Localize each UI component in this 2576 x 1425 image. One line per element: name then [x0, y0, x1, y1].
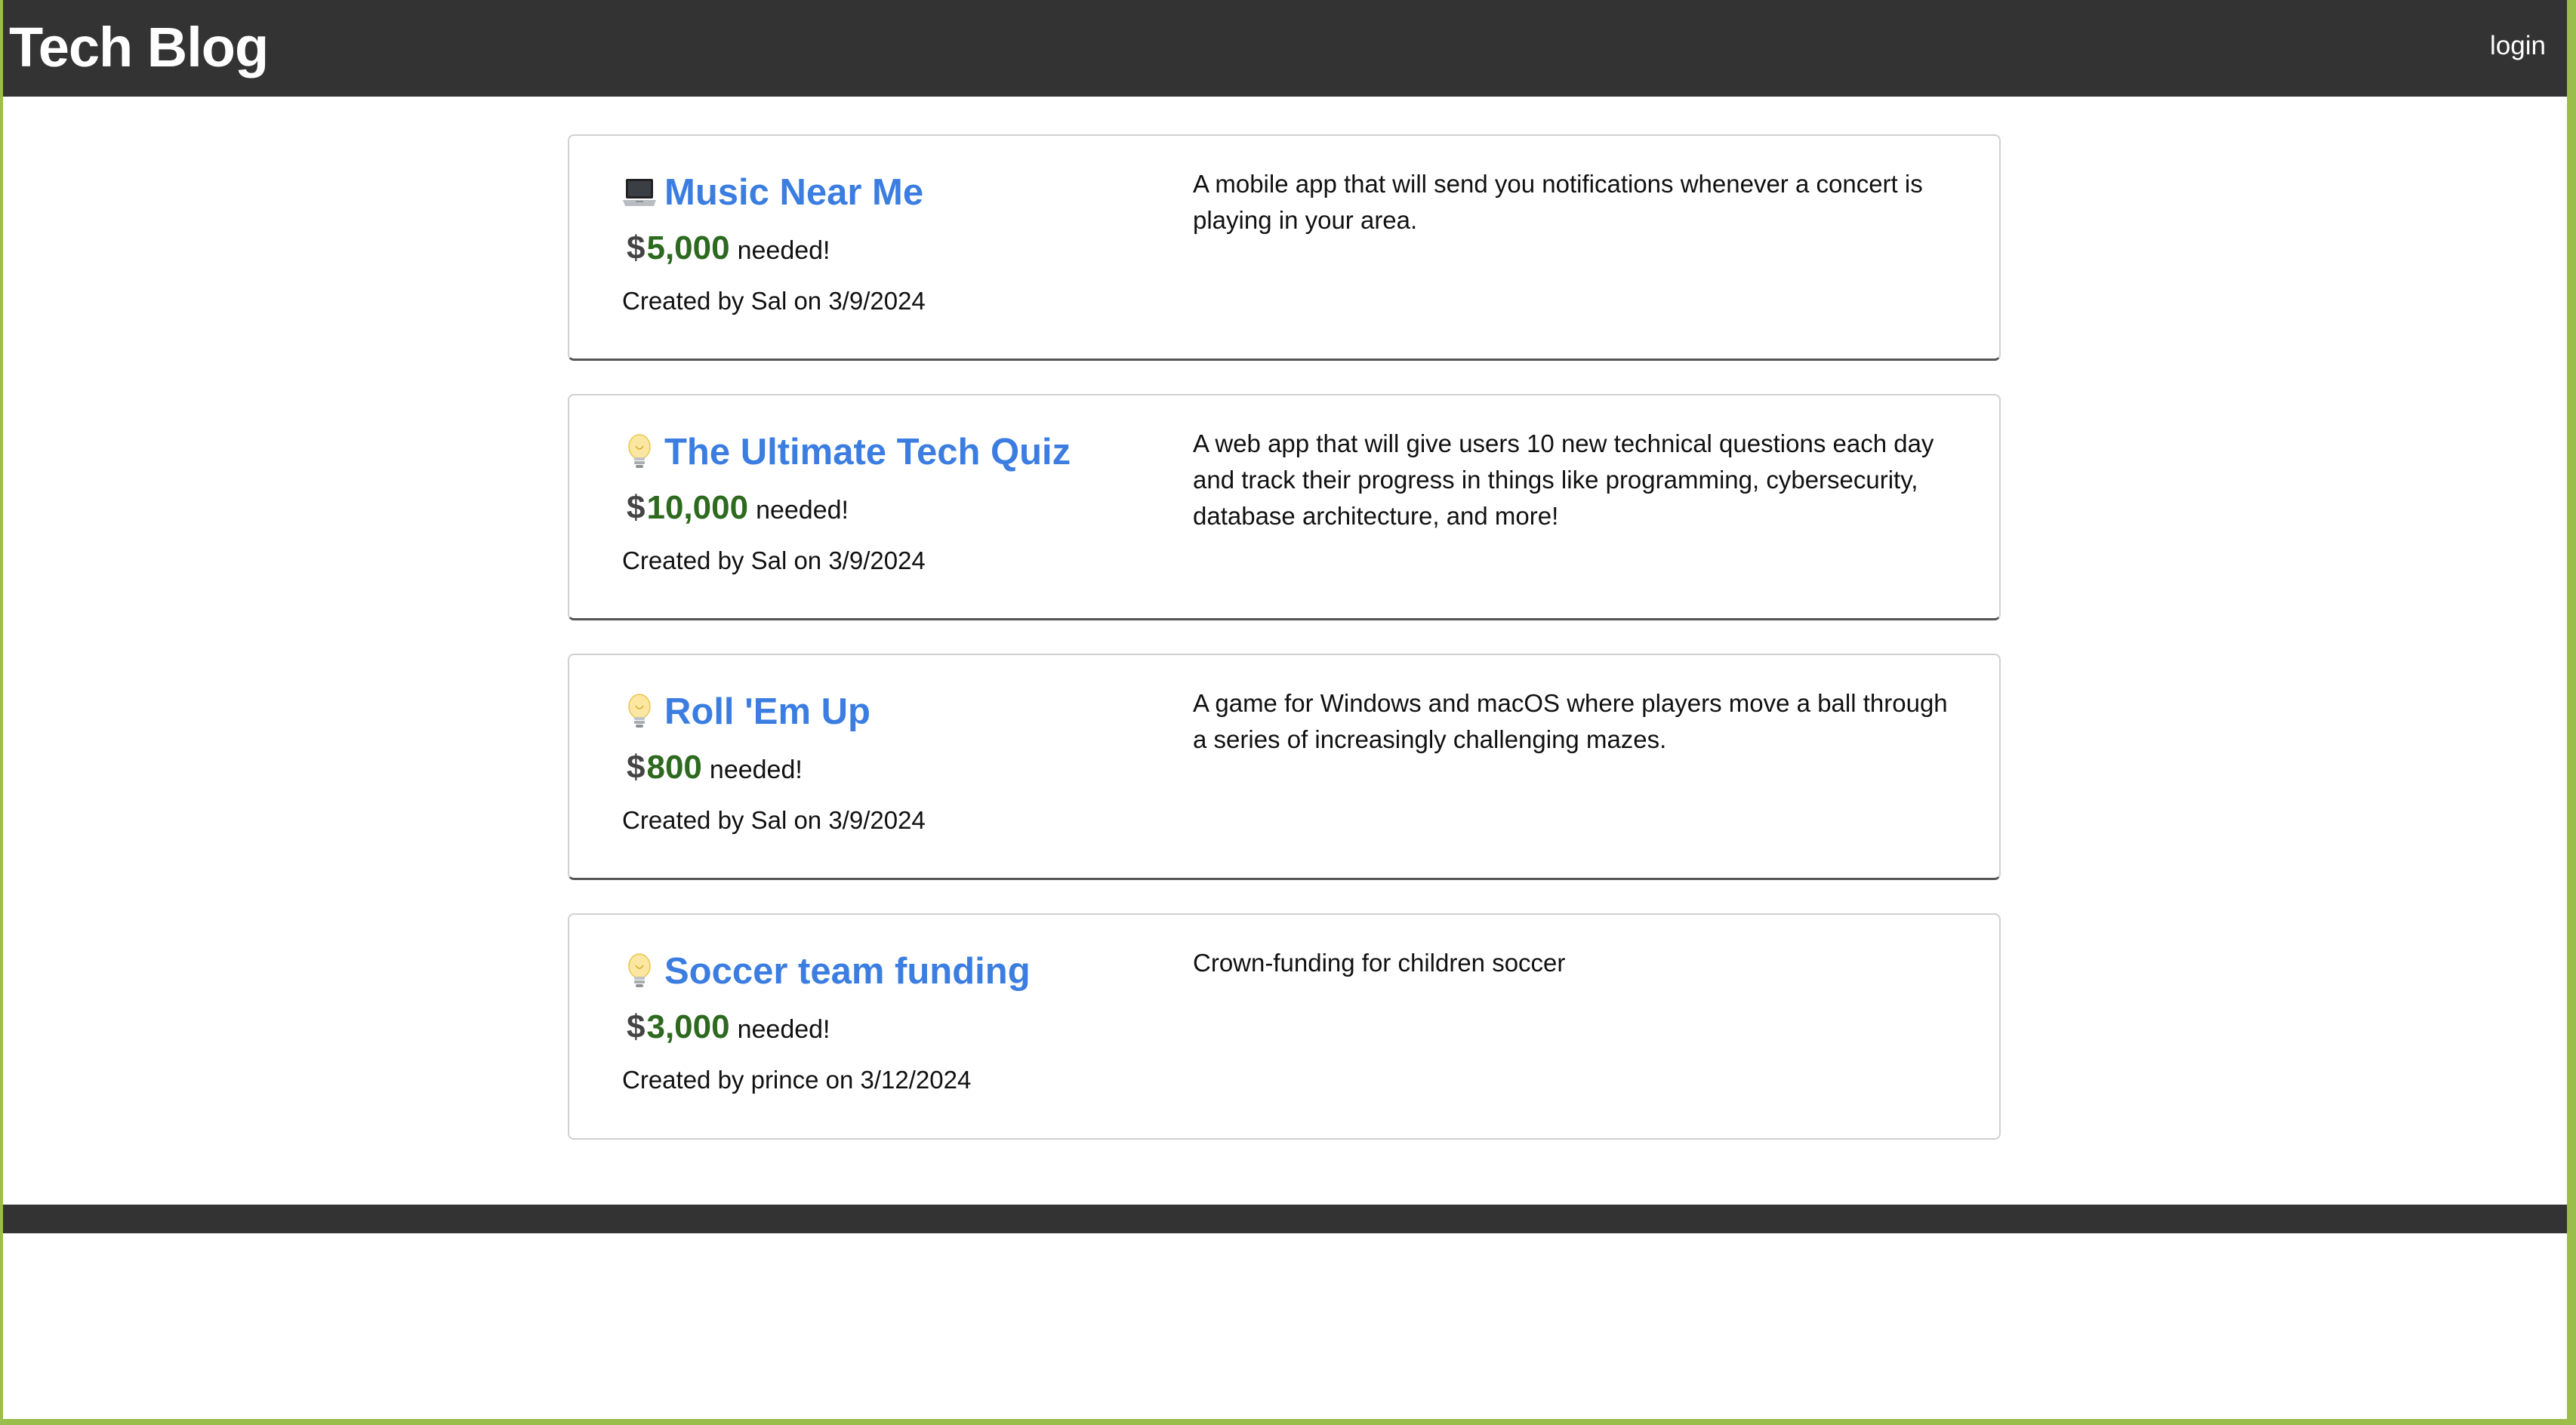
post-card: Roll 'Em Up $ 800 needed! Created by Sal… — [568, 654, 2001, 880]
site-title[interactable]: Tech Blog — [9, 15, 269, 79]
amount-value: 10,000 — [646, 489, 749, 526]
laptop-icon — [622, 173, 657, 212]
post-title-link[interactable]: Soccer team funding — [664, 950, 1031, 993]
dollar-icon: $ — [627, 229, 646, 266]
login-link[interactable]: login — [2490, 31, 2546, 61]
needed-label: needed! — [737, 236, 830, 265]
post-card: Soccer team funding $ 3,000 needed! Crea… — [568, 913, 2001, 1140]
post-description: Crown-funding for children soccer — [1193, 949, 1566, 977]
post-description: A web app that will give users 10 new te… — [1193, 429, 1934, 530]
dollar-icon: $ — [627, 749, 646, 786]
needed-label: needed! — [709, 756, 803, 784]
lightbulb-icon — [622, 432, 657, 472]
post-card: The Ultimate Tech Quiz $ 10,000 needed! … — [568, 394, 2001, 620]
dollar-icon: $ — [627, 1008, 646, 1045]
needed-label: needed! — [737, 1015, 830, 1044]
post-description: A mobile app that will send you notifica… — [1193, 170, 1923, 234]
needed-label: needed! — [756, 496, 849, 525]
amount-value: 5,000 — [646, 229, 730, 266]
post-title-link[interactable]: The Ultimate Tech Quiz — [664, 431, 1071, 473]
post-description: A game for Windows and macOS where playe… — [1193, 689, 1948, 753]
site-header: Tech Blog login — [0, 0, 2567, 97]
lightbulb-icon — [622, 952, 657, 991]
created-by-text: Created by Sal on 3/9/2024 — [622, 287, 926, 315]
amount-value: 800 — [646, 749, 702, 786]
post-title-link[interactable]: Roll 'Em Up — [664, 691, 870, 733]
created-by-text: Created by prince on 3/12/2024 — [622, 1066, 972, 1094]
created-by-text: Created by Sal on 3/9/2024 — [622, 806, 926, 834]
lightbulb-icon — [622, 692, 657, 731]
dollar-icon: $ — [627, 489, 646, 526]
created-by-text: Created by Sal on 3/9/2024 — [622, 546, 926, 574]
amount-value: 3,000 — [646, 1008, 730, 1045]
site-footer — [0, 1205, 2567, 1233]
post-title-link[interactable]: Music Near Me — [664, 171, 923, 214]
post-card: Music Near Me $ 5,000 needed! Created by… — [568, 134, 2001, 361]
